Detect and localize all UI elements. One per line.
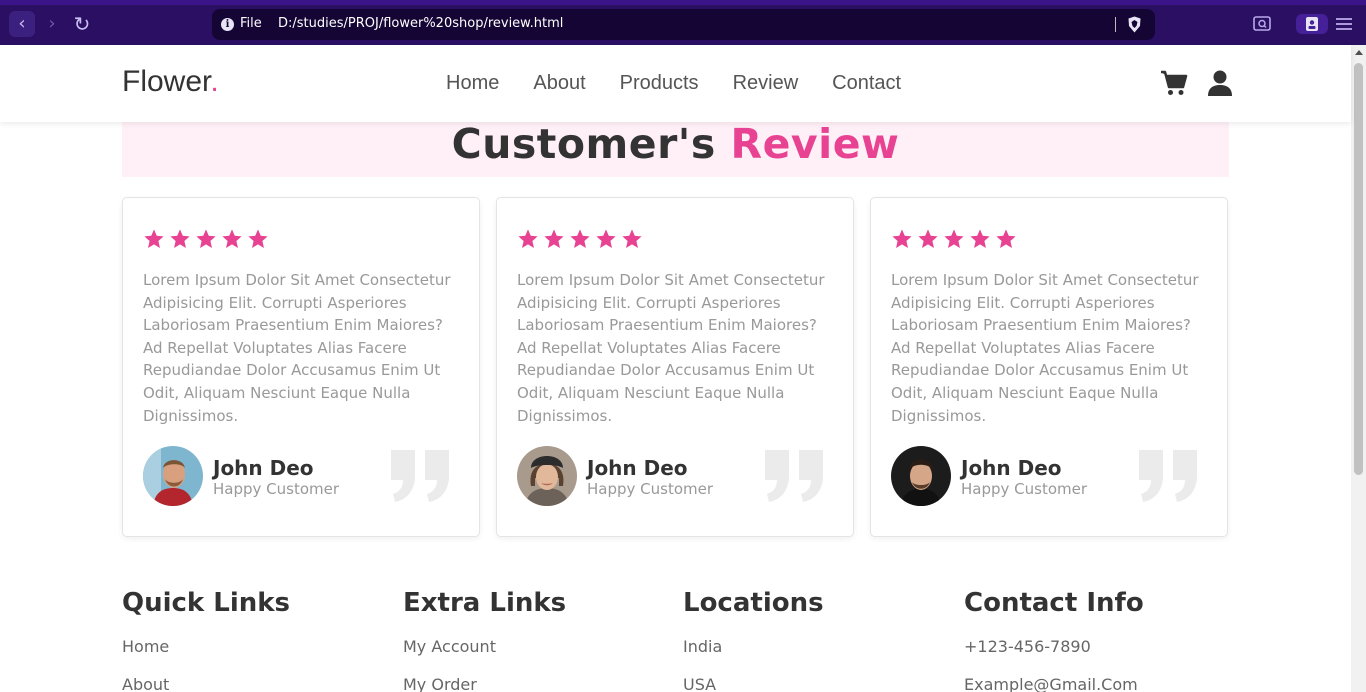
- footer-link-home[interactable]: Home: [122, 637, 169, 656]
- logo-dot: .: [210, 65, 219, 98]
- quote-right-icon: [765, 450, 823, 502]
- brave-shield-icon[interactable]: [1127, 16, 1142, 33]
- star-icon: [596, 229, 616, 248]
- divider: [1115, 17, 1116, 32]
- quote-right-icon: [1139, 450, 1197, 502]
- address-bar[interactable]: i File D:/studies/PROJ/flower%20shop/rev…: [212, 9, 1155, 40]
- reviewer-name: John Deo: [213, 456, 314, 480]
- review-cards: Lorem Ipsum Dolor Sit Amet Consectetur A…: [122, 197, 1229, 537]
- star-icon: [144, 229, 164, 248]
- nav-products[interactable]: Products: [620, 72, 699, 95]
- search-panel-icon[interactable]: [1253, 14, 1271, 34]
- header-icons: [1160, 69, 1234, 97]
- main-nav: Home About Products Review Contact: [446, 72, 901, 95]
- footer-quick-links: Quick Links Home About: [122, 585, 382, 692]
- footer-link-india[interactable]: India: [683, 637, 722, 656]
- footer-locations: Locations India USA: [683, 585, 943, 692]
- footer-phone[interactable]: +123-456-7890: [964, 637, 1091, 656]
- reviewer-role: Happy Customer: [961, 480, 1088, 498]
- section-heading: Customer's Review: [122, 121, 1229, 177]
- wallet-icon[interactable]: [1296, 14, 1328, 34]
- star-icon: [622, 229, 642, 248]
- footer-link-about[interactable]: About: [122, 675, 169, 692]
- footer-link-my-order[interactable]: My Order: [403, 675, 477, 692]
- scroll-up-arrow[interactable]: [1355, 50, 1363, 55]
- star-icon: [196, 229, 216, 248]
- cart-icon[interactable]: [1160, 69, 1188, 97]
- star-icon: [918, 229, 938, 248]
- logo-text: Flower: [122, 65, 211, 98]
- info-icon[interactable]: i: [221, 18, 234, 31]
- back-icon[interactable]: ‹: [9, 11, 35, 37]
- reviewer-name: John Deo: [587, 456, 688, 480]
- nav-contact[interactable]: Contact: [832, 72, 901, 95]
- title-accent: Review: [730, 120, 900, 168]
- nav-about[interactable]: About: [533, 72, 585, 95]
- scrollbar-thumb[interactable]: [1354, 63, 1363, 475]
- star-icon: [944, 229, 964, 248]
- footer-heading: Locations: [683, 588, 824, 618]
- review-text: Lorem Ipsum Dolor Sit Amet Consectetur A…: [143, 271, 451, 425]
- browser-toolbar: ‹ › ↻ i File D:/studies/PROJ/flower%20sh…: [0, 0, 1366, 45]
- page-title: Customer's Review: [122, 121, 1229, 167]
- footer-contact-info: Contact Info +123-456-7890 Example@Gmail…: [964, 585, 1224, 692]
- quote-right-icon: [391, 450, 449, 502]
- avatar: [891, 446, 951, 506]
- star-rating: [143, 228, 269, 250]
- title-main: Customer's: [451, 120, 716, 168]
- footer-link-my-account[interactable]: My Account: [403, 637, 496, 656]
- review-text: Lorem Ipsum Dolor Sit Amet Consectetur A…: [517, 271, 825, 425]
- footer-heading: Quick Links: [122, 588, 291, 618]
- star-rating: [517, 228, 643, 250]
- footer-heading: Contact Info: [964, 588, 1144, 618]
- footer-email[interactable]: Example@Gmail.Com: [964, 675, 1138, 692]
- forward-icon[interactable]: ›: [39, 11, 65, 37]
- avatar: [143, 446, 203, 506]
- menu-icon[interactable]: [1335, 14, 1353, 34]
- reviewer-role: Happy Customer: [213, 480, 340, 498]
- star-icon: [570, 229, 590, 248]
- review-card: Lorem Ipsum Dolor Sit Amet Consectetur A…: [496, 197, 854, 537]
- nav-home[interactable]: Home: [446, 72, 499, 95]
- file-label: File: [240, 16, 262, 31]
- footer-heading: Extra Links: [403, 588, 567, 618]
- logo[interactable]: Flower.: [122, 65, 219, 99]
- page-scrollbar[interactable]: [1351, 45, 1366, 692]
- user-icon[interactable]: [1206, 69, 1234, 97]
- site-header: Flower. Home About Products Review Conta…: [0, 45, 1351, 122]
- reviewer-role: Happy Customer: [587, 480, 714, 498]
- star-icon: [970, 229, 990, 248]
- review-card: Lorem Ipsum Dolor Sit Amet Consectetur A…: [122, 197, 480, 537]
- review-card: Lorem Ipsum Dolor Sit Amet Consectetur A…: [870, 197, 1228, 537]
- footer-link-usa[interactable]: USA: [683, 675, 716, 692]
- reviewer-name: John Deo: [961, 456, 1062, 480]
- star-icon: [170, 229, 190, 248]
- review-text: Lorem Ipsum Dolor Sit Amet Consectetur A…: [891, 271, 1199, 425]
- nav-review[interactable]: Review: [733, 72, 799, 95]
- footer-extra-links: Extra Links My Account My Order: [403, 585, 663, 692]
- star-icon: [544, 229, 564, 248]
- avatar: [517, 446, 577, 506]
- star-icon: [996, 229, 1016, 248]
- star-icon: [518, 229, 538, 248]
- star-rating: [891, 228, 1017, 250]
- url-text[interactable]: D:/studies/PROJ/flower%20shop/review.htm…: [278, 16, 563, 31]
- star-icon: [892, 229, 912, 248]
- star-icon: [222, 229, 242, 248]
- reload-icon[interactable]: ↻: [69, 11, 95, 37]
- star-icon: [248, 229, 268, 248]
